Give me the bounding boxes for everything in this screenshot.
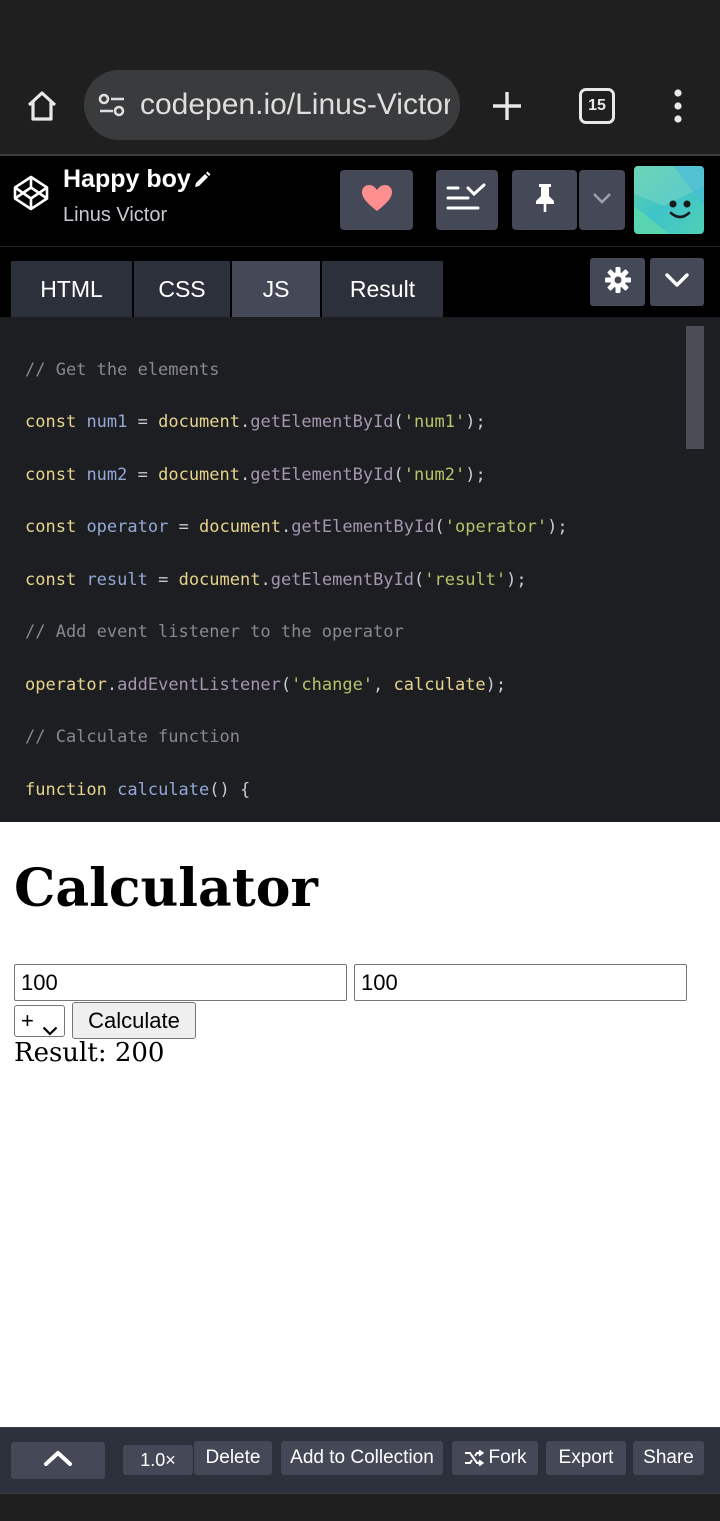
address-bar[interactable]: codepen.io/Linus-Victor [84,70,460,140]
site-settings-icon[interactable] [98,92,126,123]
zoom-level[interactable]: 1.0× [123,1445,193,1475]
tab-html[interactable]: HTML [11,261,132,317]
fork-label: Fork [488,1447,527,1468]
edit-title-icon[interactable] [192,170,212,195]
calculator-heading: Calculator [14,858,318,919]
collapse-editors-button[interactable] [436,170,498,230]
calculate-button[interactable]: Calculate [72,1002,196,1039]
code-line: const num2 = document.getElementById('nu… [25,465,486,485]
delete-button[interactable]: Delete [194,1441,272,1475]
console-toggle-button[interactable] [11,1442,105,1479]
pin-dropdown-button[interactable] [579,170,625,230]
editor-expand-button[interactable] [650,258,704,306]
num1-input[interactable]: 100 [14,964,347,1001]
pin-button[interactable] [512,170,577,230]
result-text: Result: 200 [14,1038,165,1068]
export-button[interactable]: Export [546,1441,626,1475]
fork-icon [464,1450,484,1466]
share-button[interactable]: Share [633,1441,704,1475]
code-line: operator.addEventListener('change', calc… [25,675,507,695]
chevron-down-icon [592,191,612,209]
code-line: function calculate() { [25,780,251,800]
user-avatar[interactable] [634,166,704,234]
editor-settings-button[interactable] [590,258,645,306]
url-text: codepen.io/Linus-Victor [140,88,450,121]
codepen-logo-icon[interactable] [12,174,50,217]
operator-selected: + [21,1008,34,1033]
pen-author[interactable]: Linus Victor [63,204,167,227]
code-line: const num1 = document.getElementById('nu… [25,412,486,432]
home-icon[interactable] [18,82,66,130]
code-line: // Calculate function [25,727,240,747]
status-bar [0,0,720,60]
pen-title[interactable]: Happy boy [63,165,191,194]
code-line: const operator = document.getElementById… [25,517,568,537]
chevron-down-icon [664,272,690,293]
system-nav-area [0,1493,720,1521]
tab-result[interactable]: Result [322,261,443,317]
add-to-collection-button[interactable]: Add to Collection [281,1441,443,1475]
menu-dots-icon[interactable] [654,82,702,130]
tab-css[interactable]: CSS [134,261,230,317]
num2-input[interactable]: 100 [354,964,687,1001]
tab-switcher-button[interactable]: 15 [579,88,615,124]
pin-icon [534,183,556,218]
chevron-up-icon [43,1449,73,1473]
tab-js[interactable]: JS [232,261,320,317]
operator-select[interactable]: + [14,1005,65,1037]
fork-button[interactable]: Fork [452,1441,538,1475]
heart-icon [361,184,393,217]
code-line: // Add event listener to the operator [25,622,404,642]
gear-icon [604,266,632,299]
editor-scrollbar[interactable] [686,326,704,449]
new-tab-icon[interactable] [483,82,531,130]
love-button[interactable] [340,170,413,230]
code-line: // Get the elements [25,360,220,380]
layout-check-icon [446,183,488,218]
code-line: const result = document.getElementById('… [25,570,527,590]
